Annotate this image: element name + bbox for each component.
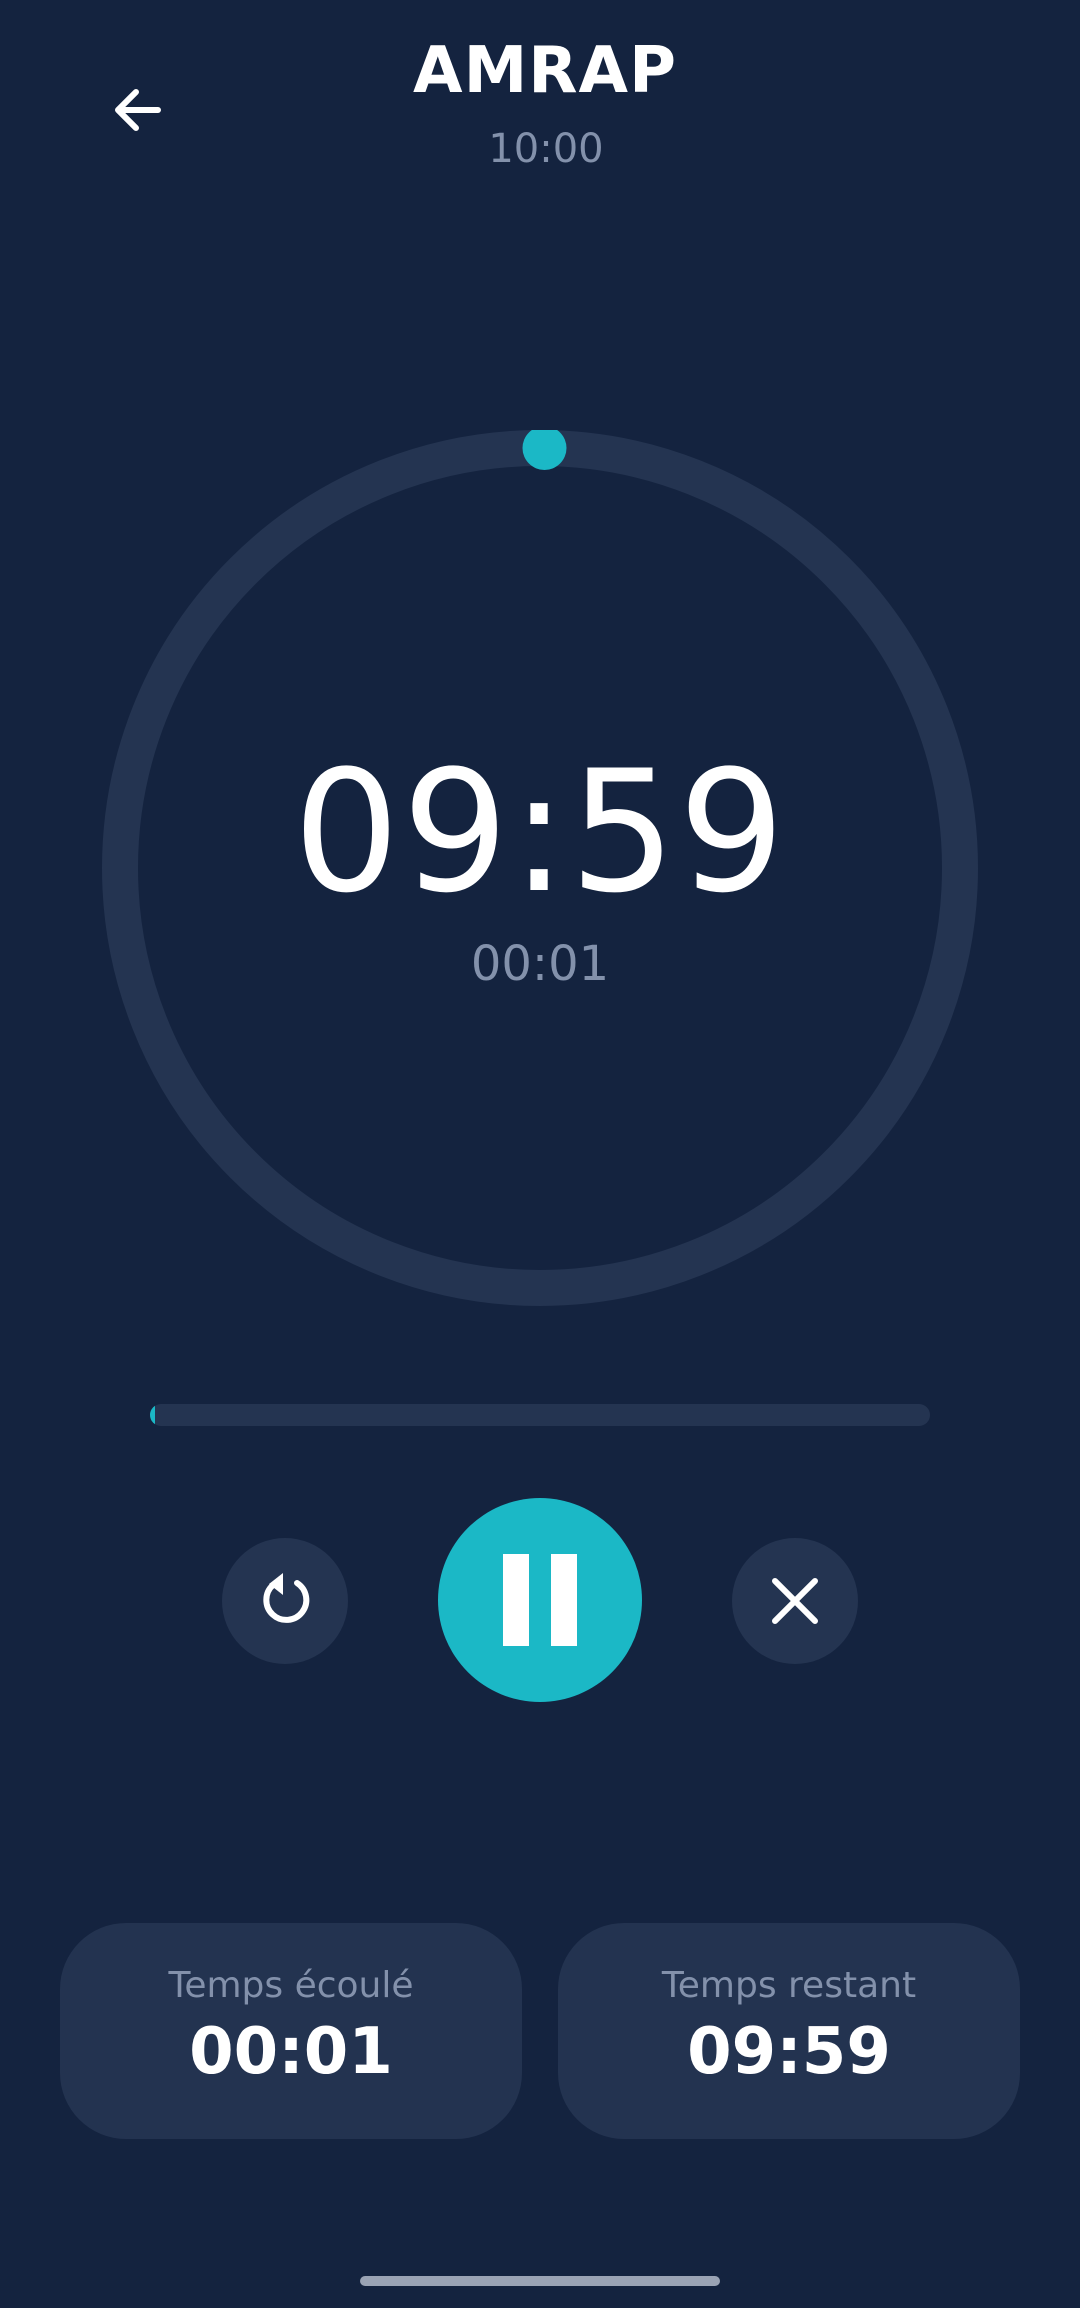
home-indicator[interactable] (360, 2276, 720, 2286)
pause-button[interactable] (438, 1498, 642, 1702)
restart-button[interactable] (222, 1538, 348, 1664)
pause-icon (503, 1554, 577, 1646)
elapsed-time-card: Temps écoulé 00:01 (60, 1923, 522, 2139)
remaining-time-label: Temps restant (661, 1965, 917, 2006)
elapsed-time-value: 00:01 (189, 2015, 393, 2089)
progress-bar-fill (150, 1404, 155, 1426)
remaining-time-value: 09:59 (687, 2015, 891, 2089)
elapsed-time-label: Temps écoulé (168, 1965, 414, 2006)
remaining-time-card: Temps restant 09:59 (558, 1923, 1020, 2139)
elapsed-time-display: 00:01 (470, 936, 610, 992)
close-icon (772, 1578, 818, 1624)
total-duration: 10:00 (488, 126, 604, 172)
remaining-time-display: 09:59 (292, 734, 788, 930)
progress-bar (150, 1404, 930, 1426)
restart-icon (263, 1573, 310, 1623)
page-title: AMRAP (413, 34, 677, 108)
stop-button[interactable] (732, 1538, 858, 1664)
timer-screen: AMRAP 10:00 09:59 00:01 Temps écoulé 00:… (0, 0, 1080, 2308)
